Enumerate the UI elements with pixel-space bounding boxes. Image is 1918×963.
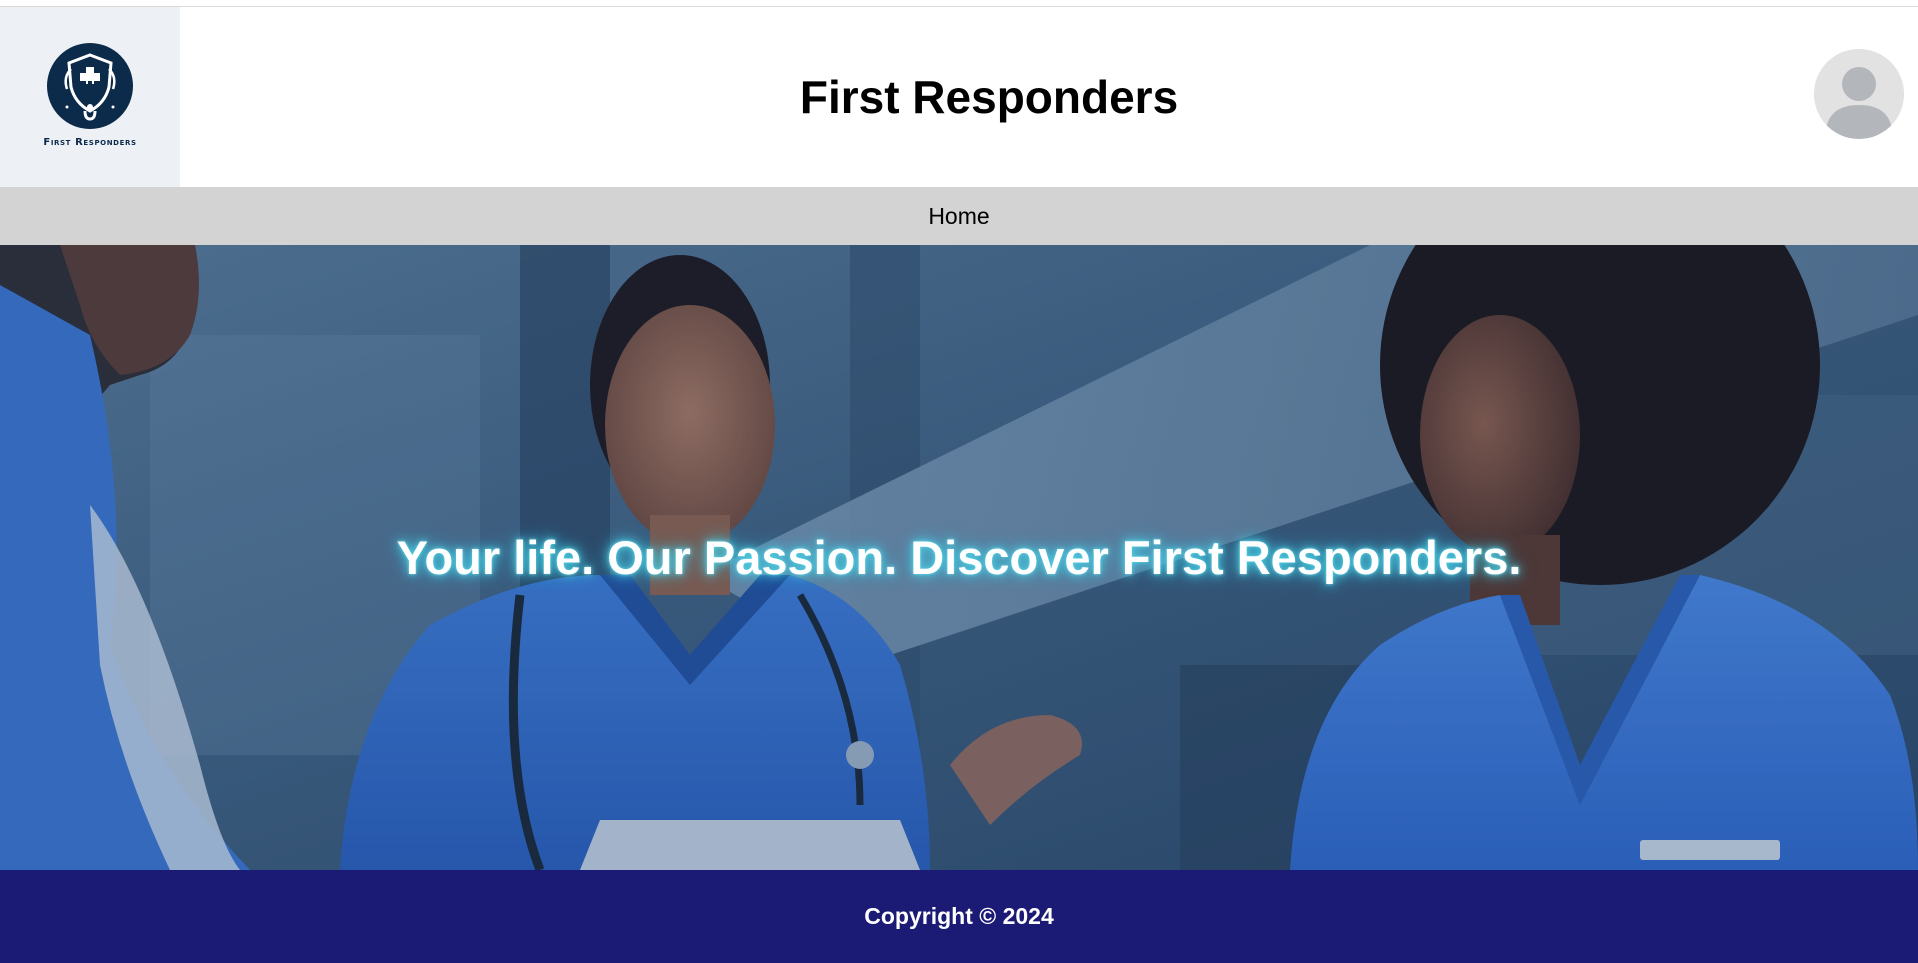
page-title: First Responders [799, 71, 1179, 123]
user-avatar[interactable] [1814, 49, 1904, 139]
main-nav: Home [0, 187, 1918, 245]
hero-tagline: Your life. Our Passion. Discover First R… [396, 531, 1522, 584]
site-header: First Responders First Responders [0, 7, 1918, 187]
site-footer: Copyright © 2024 [0, 870, 1918, 963]
hero-banner: Your life. Our Passion. Discover First R… [0, 245, 1918, 870]
nav-item-home[interactable]: Home [928, 203, 989, 230]
user-avatar-icon [1814, 49, 1904, 139]
top-border [0, 0, 1918, 7]
copyright-text: Copyright © 2024 [864, 903, 1054, 929]
